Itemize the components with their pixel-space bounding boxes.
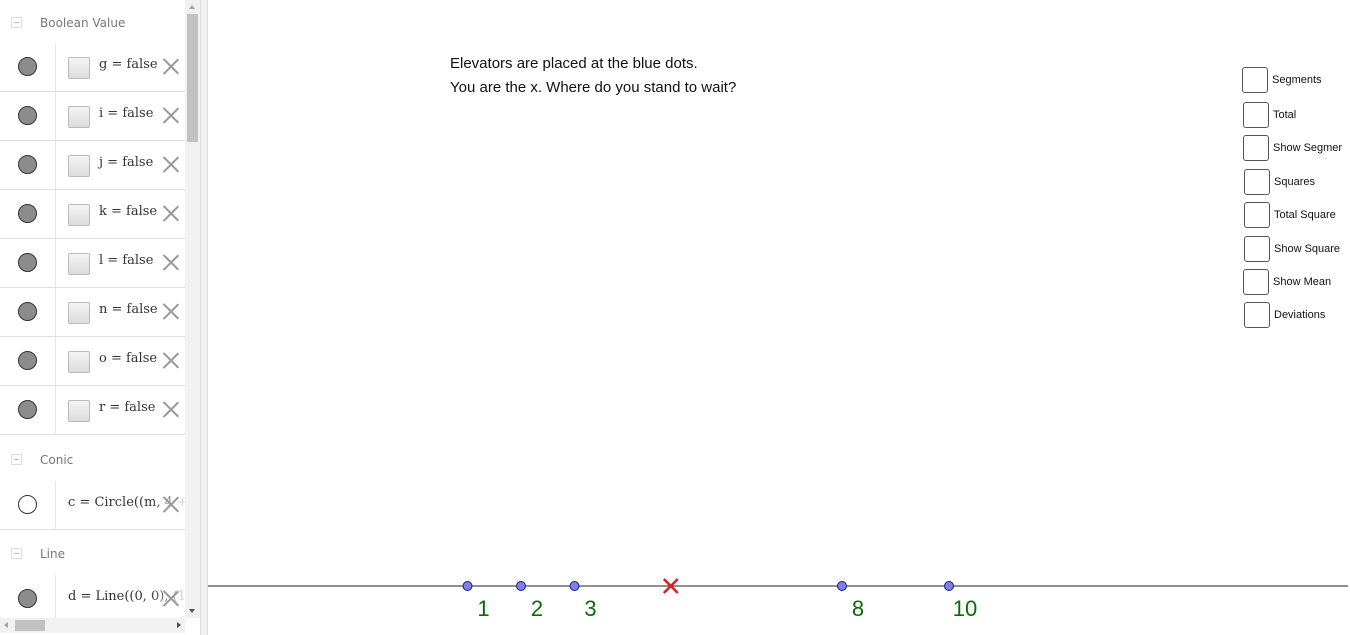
vertical-scrollbar[interactable] [185, 0, 200, 618]
visibility-marble-icon[interactable] [18, 155, 37, 174]
marble-cell [0, 239, 56, 287]
elevator-label: 2 [531, 596, 543, 621]
visibility-marble-icon[interactable] [18, 302, 37, 321]
delete-icon[interactable] [162, 204, 180, 222]
collapse-icon[interactable] [11, 454, 22, 465]
elevator-dot[interactable] [837, 581, 847, 591]
visibility-marble-icon[interactable] [18, 253, 37, 272]
marble-cell [0, 141, 56, 189]
marble-cell [0, 337, 56, 385]
elevator-label: 10 [953, 596, 977, 621]
elevator-label: 3 [584, 596, 596, 621]
algebra-panel: Boolean Value g = false i = false j = fa… [0, 0, 200, 635]
delete-icon[interactable] [162, 253, 180, 271]
scroll-down-icon[interactable] [189, 609, 195, 613]
elevator-dot[interactable] [569, 581, 580, 591]
scroll-up-icon[interactable] [189, 5, 195, 9]
definition-text: g = false [99, 57, 158, 72]
delete-icon[interactable] [162, 302, 180, 320]
elevator-label: 1 [477, 596, 489, 621]
scroll-right-icon[interactable] [177, 622, 181, 628]
marble-cell [0, 92, 56, 140]
collapse-icon[interactable] [11, 17, 22, 28]
group-header-line[interactable]: Line [0, 531, 185, 576]
elevator-label: 8 [852, 596, 864, 621]
horizontal-scrollbar[interactable] [0, 618, 185, 633]
algebra-row-i[interactable]: i = false [0, 92, 185, 141]
algebra-row-l[interactable]: l = false [0, 239, 185, 288]
boolean-checkbox[interactable] [68, 302, 90, 324]
visibility-marble-icon[interactable] [18, 589, 37, 608]
algebra-row-g[interactable]: g = false [0, 43, 185, 92]
delete-icon[interactable] [162, 155, 180, 173]
scroll-left-icon[interactable] [4, 622, 8, 628]
definition-text: n = false [99, 302, 158, 317]
boolean-checkbox[interactable] [68, 253, 90, 275]
elevator-dot[interactable] [944, 581, 954, 591]
definition-text: k = false [99, 204, 158, 219]
marble-cell [0, 190, 56, 238]
marble-cell [0, 575, 56, 618]
algebra-row-o[interactable]: o = false [0, 337, 185, 386]
boolean-checkbox[interactable] [68, 400, 90, 422]
elevator-dot[interactable] [516, 581, 526, 591]
collapse-icon[interactable] [11, 548, 22, 559]
group-label: Boolean Value [40, 15, 126, 30]
elevator-dot[interactable] [462, 581, 473, 591]
definition-text: o = false [99, 351, 158, 366]
boolean-checkbox[interactable] [68, 204, 90, 226]
graphics-view[interactable]: Elevators are placed at the blue dots. Y… [208, 0, 1350, 635]
definition-text: j = false [99, 155, 154, 170]
group-header-conic[interactable]: Conic [0, 437, 185, 482]
algebra-list: Boolean Value g = false i = false j = fa… [0, 0, 185, 618]
marble-cell [0, 288, 56, 336]
group-header-boolean[interactable]: Boolean Value [0, 0, 185, 45]
boolean-checkbox[interactable] [68, 106, 90, 128]
elevator-labels: 1 2 3 8 10 [477, 596, 977, 621]
delete-icon[interactable] [162, 351, 180, 369]
algebra-row-r[interactable]: r = false [0, 386, 185, 435]
definition-text: r = false [99, 400, 156, 415]
visibility-marble-icon[interactable] [18, 106, 37, 125]
visibility-marble-icon[interactable] [18, 400, 37, 419]
delete-icon[interactable] [162, 57, 180, 75]
boolean-checkbox[interactable] [68, 351, 90, 373]
number-line: 1 2 3 8 10 [208, 578, 1348, 621]
scrollbar-thumb[interactable] [15, 620, 45, 631]
algebra-row-k[interactable]: k = false [0, 190, 185, 239]
group-label: Line [40, 546, 66, 561]
marble-cell [0, 43, 56, 91]
definition-text: l = false [99, 253, 154, 268]
delete-icon[interactable] [162, 589, 180, 607]
visibility-marble-icon[interactable] [18, 495, 37, 514]
delete-icon[interactable] [162, 495, 180, 513]
delete-icon[interactable] [162, 400, 180, 418]
definition-text: i = false [99, 106, 154, 121]
algebra-row-d[interactable]: d = Line((0, 0), (1, [0, 575, 185, 618]
marble-cell [0, 481, 56, 529]
marble-cell [0, 386, 56, 434]
delete-icon[interactable] [162, 106, 180, 124]
panel-splitter[interactable] [200, 0, 208, 635]
algebra-row-j[interactable]: j = false [0, 141, 185, 190]
group-label: Conic [40, 452, 74, 467]
algebra-row-n[interactable]: n = false [0, 288, 185, 337]
visibility-marble-icon[interactable] [18, 351, 37, 370]
visibility-marble-icon[interactable] [18, 57, 37, 76]
scrollbar-thumb[interactable] [187, 14, 198, 142]
algebra-row-c[interactable]: c = Circle((m, 4 + [0, 481, 185, 530]
boolean-checkbox[interactable] [68, 57, 90, 79]
visibility-marble-icon[interactable] [18, 204, 37, 223]
boolean-checkbox[interactable] [68, 155, 90, 177]
